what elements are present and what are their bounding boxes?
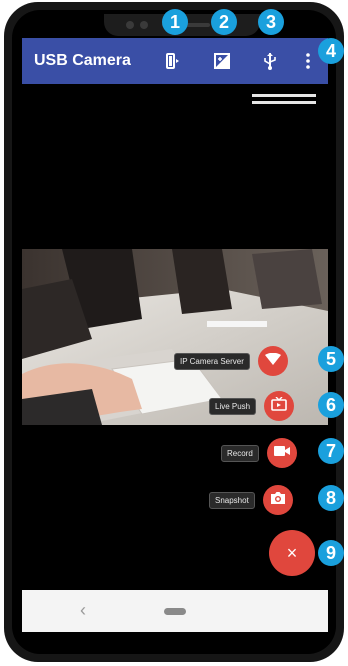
fab-ip-camera-server-row: IP Camera Server [174,346,288,376]
live-push-button[interactable] [264,391,295,421]
fab-live-push-row: Live Push [209,391,295,421]
fab-live-push-label: Live Push [209,397,257,415]
record-button[interactable] [266,438,297,468]
more-vert-icon[interactable] [304,51,312,71]
zoom-indicator [252,94,316,108]
front-camera-icon [126,21,134,29]
fab-ip-camera-server-label: IP Camera Server [174,352,250,370]
callout-badge-5: 5 [318,346,344,372]
usb-icon[interactable] [260,51,280,71]
snapshot-button[interactable] [262,485,293,515]
brightness-icon[interactable] [212,51,232,71]
nav-back-button[interactable]: ‹ [80,600,86,621]
videocam-icon [273,444,290,462]
close-icon: × [286,542,298,563]
callout-badge-1: 1 [162,9,188,35]
camera-switch-icon[interactable] [162,51,182,71]
app-title: USB Camera [34,52,131,69]
app-bar: USB Camera [22,38,328,84]
callout-badge-4: 4 [318,38,344,64]
callout-badge-2: 2 [211,9,237,35]
callout-badge-6: 6 [318,392,344,418]
live-tv-icon [271,396,287,416]
fab-record-row: Record [221,438,297,468]
callout-badge-7: 7 [318,438,344,464]
sensor-icon [140,21,148,29]
system-nav-bar: ‹ [22,590,328,632]
nav-home-button[interactable] [164,608,186,615]
camera-preview[interactable]: IP Camera Server Live Push Record Snapsh… [22,84,328,590]
callout-badge-8: 8 [318,485,344,511]
close-fab-button[interactable]: × [269,530,315,576]
fab-record-label: Record [221,444,259,462]
callout-badge-3: 3 [258,9,284,35]
wifi-icon [264,352,281,370]
ip-camera-server-button[interactable] [257,346,288,376]
fab-snapshot-label: Snapshot [209,491,255,509]
camera-icon [270,491,286,510]
callout-badge-9: 9 [318,540,344,566]
fab-snapshot-row: Snapshot [209,485,293,515]
